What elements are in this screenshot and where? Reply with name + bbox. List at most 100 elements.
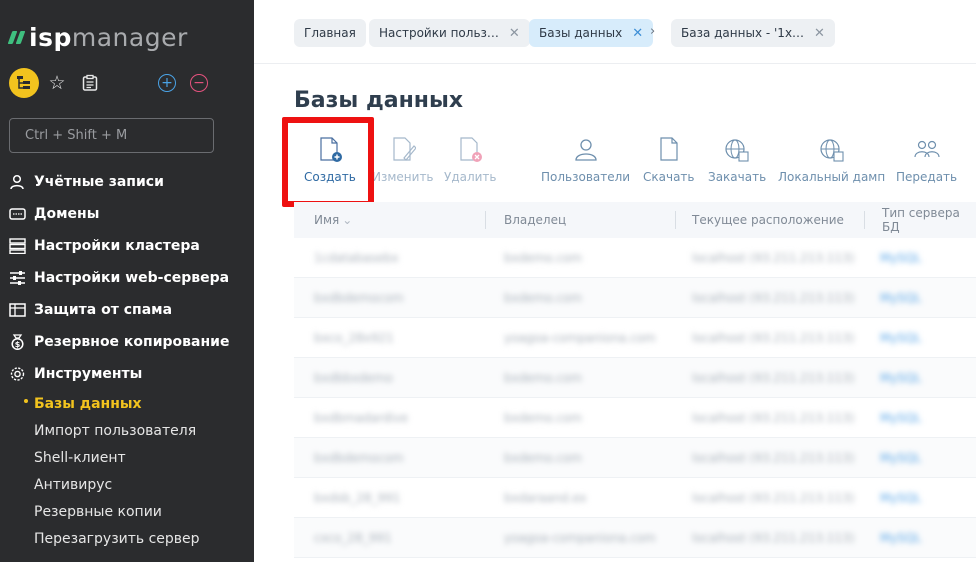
menu-item-spam-protection[interactable]: Защита от спама	[0, 294, 254, 326]
menu-item-label: Инструменты	[34, 366, 143, 382]
submenu-item-antivirus[interactable]: Антивирус	[0, 471, 254, 498]
partial-icon	[966, 136, 976, 164]
close-icon[interactable]: ✕	[632, 26, 643, 41]
cell-server-type[interactable]: MySQL	[880, 291, 921, 305]
search-input[interactable]	[9, 118, 214, 153]
delete-button[interactable]: Удалить	[444, 120, 497, 200]
column-header-owner[interactable]: Владелец	[504, 202, 566, 238]
column-header-server-type[interactable]: Тип сервера БД	[882, 202, 976, 238]
chevron-right-icon: ›	[650, 24, 656, 39]
mail-shield-icon	[9, 303, 26, 317]
clipboard-icon[interactable]	[79, 72, 101, 94]
column-header-label: Имя	[314, 213, 340, 227]
menu-item-label: Защита от спама	[34, 302, 173, 318]
table-row[interactable]: 1cdatabasebx bxdemo.com localhost (93.21…	[294, 238, 976, 278]
breadcrumb-label: Главная	[304, 26, 356, 40]
menu-item-backup[interactable]: $ Резервное копирование	[0, 326, 254, 358]
column-header-location[interactable]: Текущее расположение	[692, 202, 844, 238]
cell-name: bxdbdemocom	[314, 451, 404, 465]
cell-owner: bxdemo.com	[504, 411, 582, 425]
cell-location: localhost (93.211.213.113)	[692, 251, 855, 265]
table-row[interactable]: bxdbdemocom bxdemo.com localhost (93.211…	[294, 278, 976, 318]
logo-isp: isp	[29, 22, 72, 52]
table-row[interactable]: bxdbmadardive bxdemo.com localhost (93.2…	[294, 398, 976, 438]
isp-manager-logo[interactable]: ispmanager	[7, 22, 188, 52]
table-header: Имя ⌄ Владелец Текущее расположение Тип …	[294, 202, 976, 238]
plus-circle-icon[interactable]: +	[158, 74, 176, 92]
cell-name: bxdbbxdemo	[314, 371, 393, 385]
cell-server-type[interactable]: MySQL	[880, 251, 921, 265]
users-button-label: Пользователи	[541, 170, 631, 184]
menu-item-accounts[interactable]: Учётные записи	[0, 166, 254, 198]
submenu-item-shell-client[interactable]: Shell-клиент	[0, 444, 254, 471]
page-title: Базы данных	[294, 88, 464, 113]
table-row[interactable]: bxdbbxdemo bxdemo.com localhost (93.211.…	[294, 358, 976, 398]
cell-owner: bxdemo.com	[504, 251, 582, 265]
file-icon	[655, 136, 683, 164]
chevron-down-icon[interactable]: ⌄	[342, 213, 352, 227]
file-delete-icon	[456, 136, 484, 164]
menu-item-web-server-settings[interactable]: Настройки web-сервера	[0, 262, 254, 294]
close-icon[interactable]: ✕	[509, 26, 520, 41]
edit-button[interactable]: Изменить	[372, 120, 434, 200]
menu-item-cluster-settings[interactable]: Настройки кластера	[0, 230, 254, 262]
globe-dump-icon	[818, 136, 846, 164]
upload-button[interactable]: Закачать	[708, 120, 766, 200]
submenu-item-backups[interactable]: Резервные копии	[0, 498, 254, 525]
menu-item-domains[interactable]: Домены	[0, 198, 254, 230]
column-header-label: Текущее расположение	[692, 213, 844, 227]
submenu-item-reboot-server[interactable]: Перезагрузить сервер	[0, 525, 254, 552]
minus-circle-icon[interactable]: −	[190, 74, 208, 92]
menu-item-tools[interactable]: Инструменты	[0, 358, 254, 390]
main-menu: Учётные записи Домены Настройки кластера…	[0, 166, 254, 552]
cell-owner: bxdemo.com	[504, 371, 582, 385]
tools-submenu: Базы данных Импорт пользователя Shell-кл…	[0, 390, 254, 552]
table-row[interactable]: bxdsb_28_991 bxdaraand.ex localhost (93.…	[294, 478, 976, 518]
breadcrumb-databases[interactable]: Базы данных ✕	[529, 19, 654, 47]
cell-name: cxco_28_991	[314, 531, 392, 545]
local-dump-button[interactable]: Локальный дамп	[778, 120, 885, 200]
users-button[interactable]: Пользователи	[541, 120, 630, 200]
create-button[interactable]: Создать	[304, 120, 356, 200]
download-button[interactable]: Скачать	[643, 120, 695, 200]
star-icon[interactable]: ☆	[46, 72, 68, 94]
users-transfer-icon	[913, 136, 941, 164]
breadcrumb-label: Настройки польз…	[379, 26, 499, 40]
column-divider[interactable]	[675, 211, 676, 229]
toolbar: Создать Изменить Удалить Пользователи Ск…	[282, 120, 976, 200]
breadcrumb-home[interactable]: Главная	[294, 19, 366, 47]
table-row[interactable]: bxco_28x921 yoagoa-companiona.com localh…	[294, 318, 976, 358]
upload-button-label: Закачать	[708, 170, 767, 184]
tree-icon[interactable]	[9, 68, 39, 98]
cell-server-type[interactable]: MySQL	[880, 451, 921, 465]
breadcrumb-database-item[interactable]: База данных - '1х… ✕	[671, 19, 835, 47]
menu-item-label: Резервное копирование	[34, 334, 230, 350]
cluster-icon	[9, 238, 26, 254]
submenu-item-databases[interactable]: Базы данных	[0, 390, 254, 417]
more-button[interactable]: П	[966, 120, 976, 200]
cell-name: bxco_28x921	[314, 331, 394, 345]
column-header-name[interactable]: Имя ⌄	[314, 202, 352, 238]
column-header-label: Тип сервера БД	[882, 206, 960, 234]
svg-text:$: $	[15, 340, 21, 349]
sidebar: ispmanager ☆ + − Учётные записи Домены Н…	[0, 0, 254, 562]
column-divider[interactable]	[864, 211, 865, 229]
menu-item-label: Настройки кластера	[34, 238, 200, 254]
backup-icon: $	[11, 334, 24, 350]
table-row[interactable]: bxdbdemocom bxdemo.com localhost (93.211…	[294, 438, 976, 478]
cell-server-type[interactable]: MySQL	[880, 331, 921, 345]
cell-location: localhost (93.211.213.113)	[692, 371, 855, 385]
breadcrumb-user-settings[interactable]: Настройки польз… ✕	[369, 19, 530, 47]
close-icon[interactable]: ✕	[814, 26, 825, 41]
column-divider[interactable]	[485, 211, 486, 229]
cell-location: localhost (93.211.213.113)	[692, 331, 855, 345]
transfer-button[interactable]: Передать	[896, 120, 957, 200]
cell-location: localhost (93.211.213.113)	[692, 491, 855, 505]
table-row[interactable]: cxco_28_991 yoagoa-companiona.com localh…	[294, 518, 976, 558]
cell-server-type[interactable]: MySQL	[880, 491, 921, 505]
cell-server-type[interactable]: MySQL	[880, 531, 921, 545]
submenu-item-user-import[interactable]: Импорт пользователя	[0, 417, 254, 444]
cell-owner: bxdaraand.ex	[504, 491, 587, 505]
cell-server-type[interactable]: MySQL	[880, 411, 921, 425]
cell-server-type[interactable]: MySQL	[880, 371, 921, 385]
